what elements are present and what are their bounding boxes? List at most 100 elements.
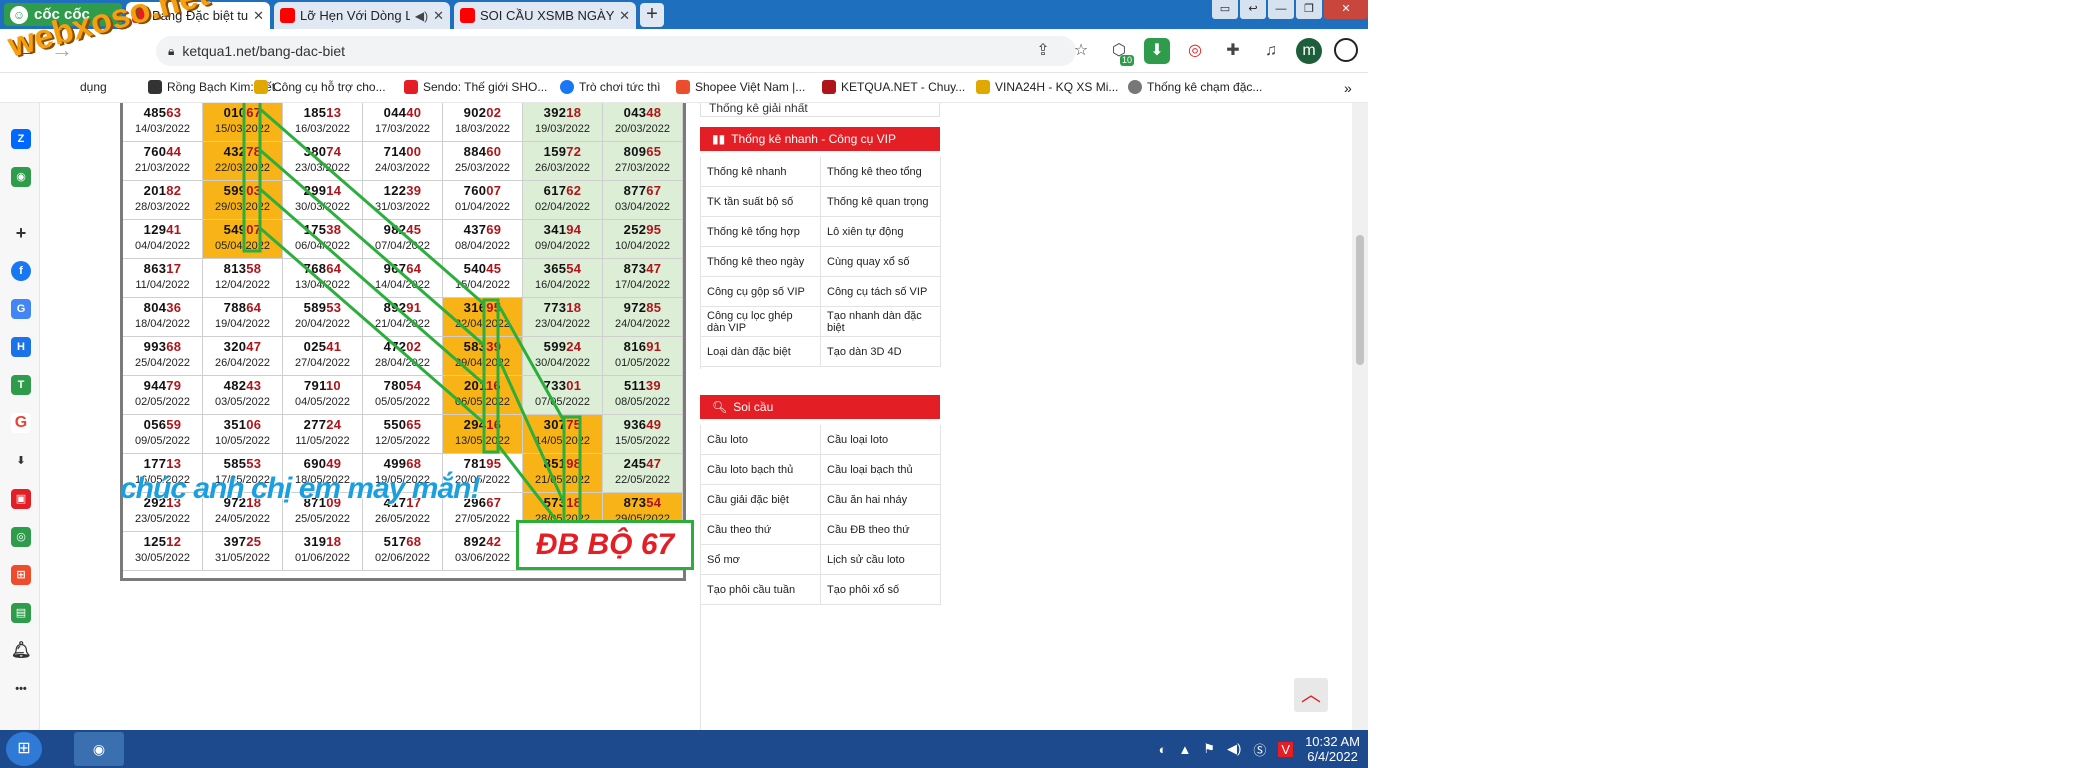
panel-top-item[interactable]: Thống kê giải nhất — [700, 103, 940, 117]
panel-link[interactable]: Cầu loto bạch thủ — [701, 455, 821, 485]
arrow-up-icon[interactable]: ▲ — [1179, 742, 1192, 757]
bookmarks-more-button[interactable]: » — [1344, 80, 1352, 96]
result-number: 15972 — [523, 144, 602, 159]
panel-link[interactable]: Cùng quay xổ số — [821, 247, 941, 277]
new-tab-button[interactable]: + — [640, 3, 664, 27]
panel-link[interactable]: Tạo phôi xổ số — [821, 575, 941, 605]
panel-link[interactable]: Công cụ tách số VIP — [821, 277, 941, 307]
panel-link[interactable]: Công cụ lọc ghép dàn VIP — [701, 307, 821, 337]
bell-icon[interactable]: 🔔︎ — [11, 641, 31, 661]
bookmark-star-icon[interactable]: ☆ — [1068, 38, 1094, 64]
coccoc-menu-button[interactable]: ☺ cốc cốc — [4, 3, 122, 26]
panel-link[interactable]: Cầu loại bạch thủ — [821, 455, 941, 485]
result-cell: 48563 14/03/2022 — [123, 103, 203, 142]
bookmark-item[interactable]: Sendo: Thế giới SHO... — [404, 80, 547, 94]
result-date: 23/04/2022 — [534, 318, 591, 330]
avatar[interactable]: m — [1296, 38, 1322, 64]
back-button[interactable]: ← — [12, 37, 40, 65]
screenshot-icon[interactable]: ▭ — [1212, 0, 1238, 19]
forward-button[interactable]: → — [48, 37, 76, 65]
cart-icon[interactable]: ⊞ — [11, 565, 31, 585]
result-cell: 51139 08/05/2022 — [603, 376, 683, 415]
language-icon[interactable]: Ⓢ — [1253, 740, 1266, 759]
more-icon[interactable]: ••• — [11, 679, 31, 699]
google-icon[interactable]: G — [11, 413, 31, 433]
panel-link[interactable]: Cầu ăn hai nháy — [821, 485, 941, 515]
bookmark-item[interactable]: Thống kê chạm đặc... — [1128, 80, 1262, 94]
network-icon[interactable]: ◐ — [1159, 742, 1167, 757]
bookmark-item[interactable]: dụng — [80, 80, 107, 94]
restore-button[interactable]: ❐ — [1296, 0, 1322, 19]
panel-link[interactable]: Cầu loại loto — [821, 425, 941, 455]
panel-link[interactable]: Cầu ĐB theo thứ — [821, 515, 941, 545]
result-cell: 04348 20/03/2022 — [603, 103, 683, 142]
puzzle-icon[interactable]: ✚ — [1220, 38, 1246, 64]
panel-link[interactable]: Tạo phôi cầu tuần — [701, 575, 821, 605]
panel-link[interactable]: Thống kê nhanh — [701, 157, 821, 187]
panel-link[interactable]: Thống kê theo tổng — [821, 157, 941, 187]
v-app-icon[interactable]: V — [1278, 741, 1294, 757]
panel-link[interactable]: Cầu loto — [701, 425, 821, 455]
panel-link[interactable]: Lịch sử cầu loto — [821, 545, 941, 575]
tab-soi-cau[interactable]: SOI CẦU XSMB NGÀY 04/06 ✕ — [454, 2, 636, 29]
result-head: 252 — [623, 222, 647, 237]
bookmark-item[interactable]: Trò chơi tức thì — [560, 80, 660, 94]
minimize-button[interactable]: — — [1268, 0, 1294, 19]
panel-link[interactable]: Công cụ gộp số VIP — [701, 277, 821, 307]
panel-link[interactable]: Tạo dàn 3D 4D — [821, 337, 941, 367]
address-bar[interactable]: 🔒︎ ketqua1.net/bang-dac-biet — [156, 36, 1076, 66]
result-tail: 36 — [166, 300, 182, 315]
add-icon[interactable]: + — [11, 223, 31, 243]
panel-link[interactable]: Cầu giải đặc biệt — [701, 485, 821, 515]
taskbar-coccoc-app[interactable]: ◉ — [74, 732, 124, 766]
coccoc-circle-icon[interactable]: ◎ — [1182, 38, 1208, 64]
bookmark-item[interactable]: Công cụ hỗ trợ cho... — [254, 80, 386, 94]
panel-link[interactable]: Tạo nhanh dàn đặc biệt — [821, 307, 941, 337]
bookmark-item[interactable]: Shopee Việt Nam |... — [676, 80, 805, 94]
bookmark-item[interactable]: VINA24H - KQ XS Mi... — [976, 80, 1118, 94]
close-icon[interactable]: ✕ — [619, 8, 630, 24]
panel-link[interactable]: Thống kê quan trọng — [821, 187, 941, 217]
close-icon[interactable]: ✕ — [253, 8, 264, 24]
page-scrollbar[interactable] — [1352, 103, 1368, 730]
result-number: 17538 — [283, 222, 362, 237]
scroll-thumb[interactable] — [1356, 235, 1364, 365]
zalo-icon[interactable]: Z — [11, 129, 31, 149]
panel-link[interactable]: Thống kê tổng hợp — [701, 217, 821, 247]
taskbar-clock[interactable]: 10:32 AM 6/4/2022 — [1305, 734, 1360, 764]
scroll-to-top-button[interactable]: ︿ — [1294, 678, 1328, 712]
tab-lo-hen[interactable]: Lỡ Hẹn Với Dòng Lam - L ◀) ✕ — [274, 2, 450, 29]
sheet-icon[interactable]: ▤ — [11, 603, 31, 623]
panel-link[interactable]: Loại dàn đặc biệt — [701, 337, 821, 367]
share-icon[interactable]: ⇪ — [1030, 38, 1056, 64]
panel-link[interactable]: Lô xiên tự động — [821, 217, 941, 247]
back-window-icon[interactable]: ↩ — [1240, 0, 1266, 19]
game-icon[interactable]: ◉ — [11, 167, 31, 187]
menu-circle-icon[interactable] — [1334, 38, 1358, 62]
tab-bang-dac-biet[interactable]: Bảng Đặc biệt tuần Xổ Số Tru ✕ — [126, 2, 270, 29]
flag-icon[interactable]: ⚑ — [1203, 741, 1215, 757]
download-icon[interactable]: ⬇ — [11, 451, 31, 471]
extension-icon[interactable]: ⬡ 10 — [1106, 38, 1134, 66]
facebook-icon[interactable]: f — [11, 261, 31, 281]
close-window-button[interactable]: ✕ — [1324, 0, 1368, 19]
start-button[interactable]: ⊞ — [6, 732, 42, 766]
panel-link[interactable]: TK tần suất bộ số — [701, 187, 821, 217]
result-cell: 15972 26/03/2022 — [523, 142, 603, 181]
shop-icon[interactable]: ▣ — [11, 489, 31, 509]
h-app-icon[interactable]: H — [11, 337, 31, 357]
translate-icon[interactable]: G — [11, 299, 31, 319]
download-icon[interactable]: ⬇ — [1144, 38, 1170, 64]
panel-link[interactable]: Thống kê theo ngày — [701, 247, 821, 277]
panel-link[interactable]: Cầu theo thứ — [701, 515, 821, 545]
music-icon[interactable]: ♫ — [1258, 38, 1284, 64]
result-number: 87767 — [603, 183, 682, 198]
map-icon[interactable]: ◎ — [11, 527, 31, 547]
speaker-icon[interactable]: ◀) — [415, 9, 428, 23]
volume-icon[interactable]: ◀) — [1227, 741, 1241, 757]
browser-brand: cốc cốc — [34, 6, 90, 23]
bookmark-item[interactable]: KETQUA.NET - Chuy... — [822, 80, 965, 94]
t-app-icon[interactable]: T — [11, 375, 31, 395]
close-icon[interactable]: ✕ — [433, 8, 444, 24]
panel-link[interactable]: Sổ mơ — [701, 545, 821, 575]
